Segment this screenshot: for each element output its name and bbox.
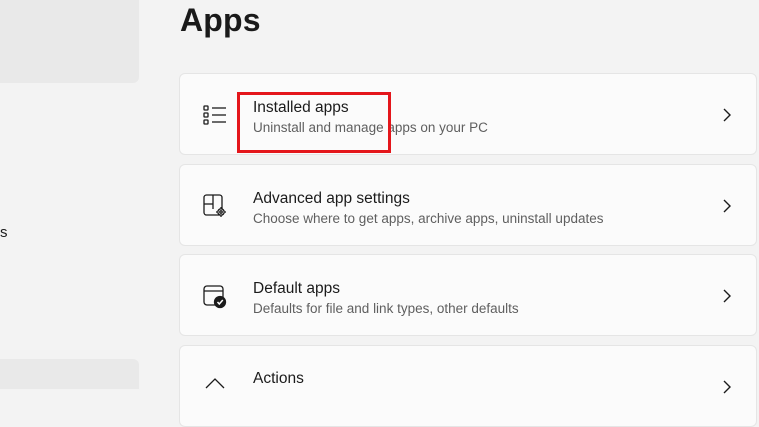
chevron-right-icon [722, 198, 732, 214]
card-title: Actions [253, 370, 304, 387]
list-icon [202, 102, 228, 128]
default-apps-icon [202, 283, 228, 309]
sidebar-item-label[interactable]: s [0, 224, 8, 241]
chevron-right-icon [722, 107, 732, 123]
card-description: Defaults for file and link types, other … [253, 301, 519, 316]
page-title: Apps [180, 2, 261, 38]
card-title: Default apps [253, 280, 341, 297]
card-description: Choose where to get apps, archive apps, … [253, 211, 604, 226]
sidebar-selected-item[interactable] [0, 0, 139, 83]
chevron-right-icon [722, 288, 732, 304]
highlight-annotation [237, 92, 391, 153]
chevron-right-icon [722, 379, 732, 395]
actions-icon [202, 374, 228, 400]
app-settings-icon [202, 193, 228, 219]
actions-card[interactable]: Actions [179, 345, 757, 427]
default-apps-card[interactable]: Default apps Defaults for file and link … [179, 254, 757, 336]
card-title: Advanced app settings [253, 190, 410, 207]
sidebar-item[interactable] [0, 359, 139, 389]
advanced-app-settings-card[interactable]: Advanced app settings Choose where to ge… [179, 164, 757, 246]
